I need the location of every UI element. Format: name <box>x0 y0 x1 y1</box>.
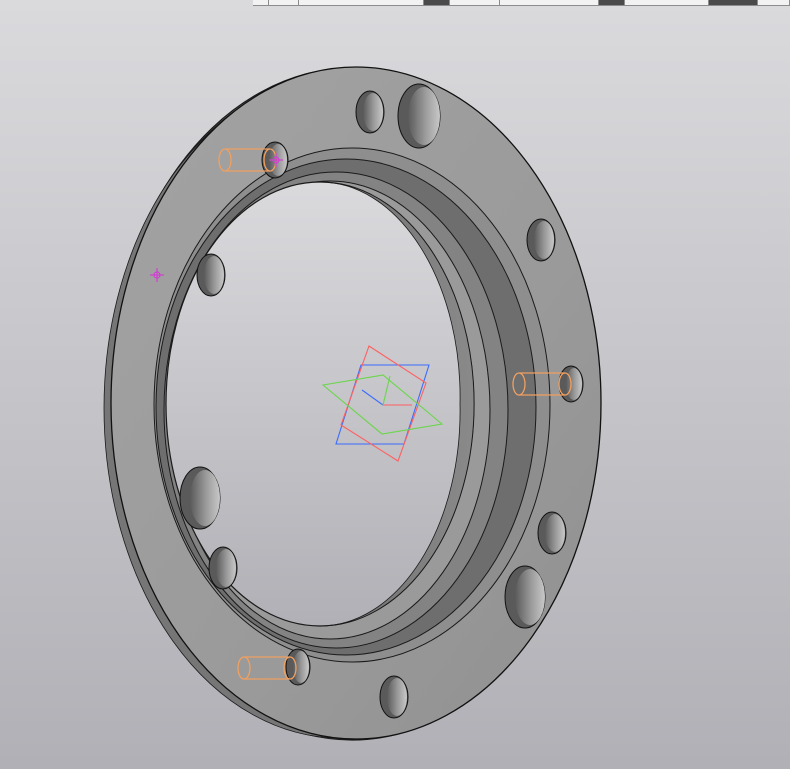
mounting-hole-large[interactable] <box>504 565 546 629</box>
toolbar-segment[interactable] <box>424 0 450 5</box>
toolbar-strip[interactable] <box>253 0 790 6</box>
3d-viewport[interactable] <box>0 0 790 769</box>
mounting-hole[interactable] <box>355 90 385 134</box>
scene-svg[interactable] <box>0 0 790 769</box>
mounting-hole[interactable] <box>537 511 567 555</box>
toolbar-segment[interactable] <box>599 0 625 5</box>
toolbar-segment[interactable] <box>758 0 790 5</box>
mounting-hole[interactable] <box>208 546 238 590</box>
toolbar-segment[interactable] <box>709 0 758 5</box>
toolbar-segment[interactable] <box>299 0 424 5</box>
toolbar-segment[interactable] <box>450 0 500 5</box>
toolbar-segment[interactable] <box>253 0 269 5</box>
mounting-hole[interactable] <box>379 675 409 719</box>
mounting-hole-large[interactable] <box>397 83 441 149</box>
mounting-hole[interactable] <box>526 218 556 262</box>
toolbar-segment[interactable] <box>625 0 709 5</box>
mounting-hole[interactable] <box>196 253 226 297</box>
mounting-hole-large[interactable] <box>179 466 221 530</box>
toolbar-segment[interactable] <box>269 0 299 5</box>
toolbar-segment[interactable] <box>500 0 599 5</box>
